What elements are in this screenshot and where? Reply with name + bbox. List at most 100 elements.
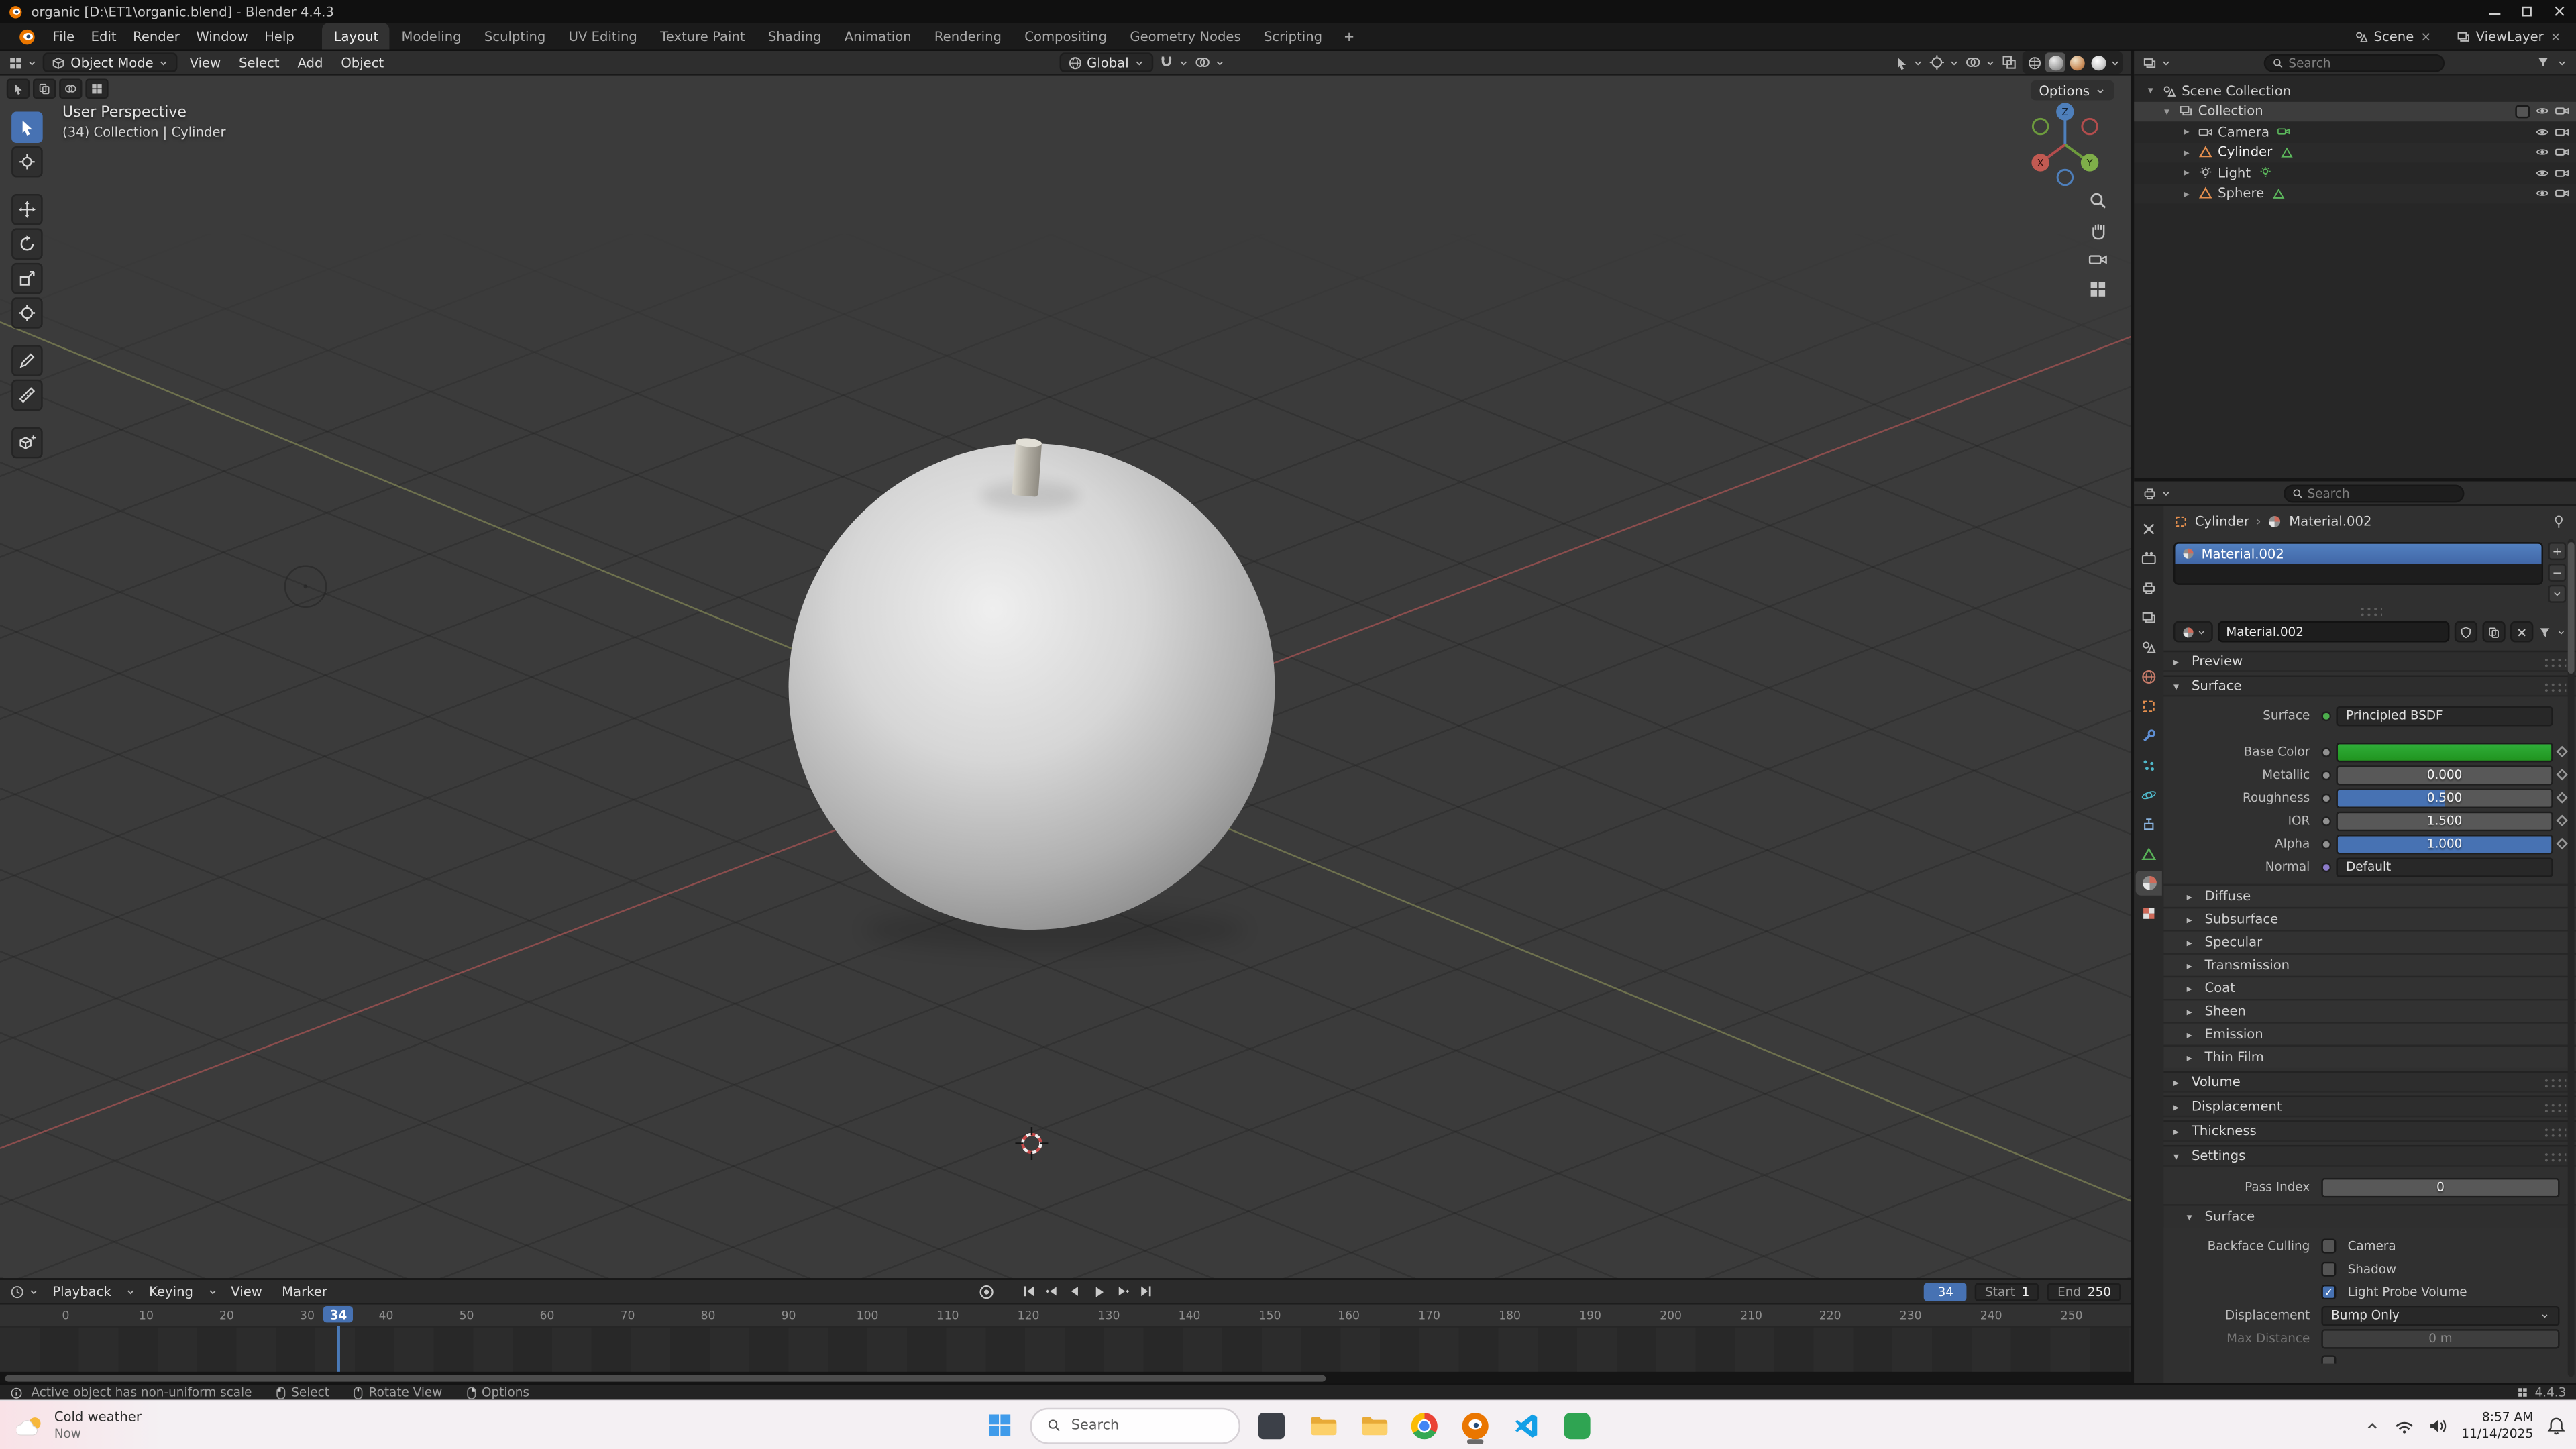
timeline-track-area[interactable]: 0 10 20 30 40 50 60 70 80 90 100 110 120… [0,1304,2131,1383]
tab-modifiers[interactable] [2136,723,2162,748]
subpanel-surface-settings[interactable]: Surface [2163,1204,2576,1227]
taskbar-search[interactable] [1030,1407,1240,1444]
tab-world[interactable] [2136,663,2162,688]
hide-eye-icon[interactable] [2535,104,2550,119]
shader-dropdown[interactable]: Principled BSDF [2336,706,2553,725]
normal-dropdown[interactable]: Default [2336,857,2553,876]
expand-arrow[interactable] [2144,85,2157,98]
backface-camera-checkbox[interactable] [2321,1239,2336,1254]
weather-widget[interactable]: Cold weather Now [0,1401,164,1449]
filter-icon[interactable] [2538,625,2552,639]
snap-toggle[interactable] [1159,54,1190,70]
panel-settings[interactable]: Settings [2163,1145,2576,1167]
transform-orientation-dropdown[interactable]: Global [1059,52,1154,72]
menu-window[interactable]: Window [188,23,256,49]
tool-scale[interactable] [11,263,43,294]
subpanel-thin-film[interactable]: Thin Film [2163,1045,2576,1068]
app-icon-folder[interactable] [1354,1405,1393,1445]
panel-drag-grip[interactable] [2543,1126,2566,1136]
mode-dropdown[interactable]: Object Mode [43,52,178,72]
material-name-field[interactable] [2218,621,2449,643]
app-icon-green[interactable] [1558,1405,1597,1445]
tool-rotate[interactable] [11,228,43,260]
duplicate-material-button[interactable] [2482,621,2505,643]
breadcrumb-object[interactable]: Cylinder [2195,513,2249,528]
menu-render[interactable]: Render [125,23,188,49]
tab-shading[interactable]: Shading [757,23,833,49]
filter-icon[interactable] [2536,56,2550,69]
hide-eye-icon[interactable] [2535,186,2550,201]
search-input[interactable] [2288,55,2436,70]
browse-material-button[interactable] [2174,621,2213,643]
menu-select[interactable]: Select [232,55,286,70]
panel-volume[interactable]: Volume [2163,1071,2576,1093]
keyframe-diamond-icon[interactable] [2557,792,2568,803]
wifi-icon[interactable] [2394,1417,2416,1433]
list-resize-grip[interactable] [2163,603,2576,619]
tab-constraints[interactable] [2136,812,2162,837]
tab-sculpting[interactable]: Sculpting [473,23,557,49]
shadow-checkbox[interactable] [2321,1262,2336,1277]
light-probe-checkbox[interactable] [2321,1285,2336,1299]
stem-object[interactable] [1012,437,1042,496]
editor-type-button[interactable] [8,55,38,70]
pass-index-field[interactable]: 0 [2321,1177,2559,1197]
expand-arrow[interactable] [2180,187,2194,201]
tool-measure[interactable] [11,380,43,411]
menu-keying[interactable]: Keying [142,1284,199,1299]
disable-render-icon[interactable] [2555,145,2569,160]
subpanel-specular[interactable]: Specular [2163,930,2576,953]
tab-rendering[interactable]: Rendering [923,23,1013,49]
tool-annotate[interactable] [11,345,43,376]
sphere-object[interactable] [789,443,1275,930]
outliner-row-cylinder[interactable]: Cylinder [2134,142,2576,163]
xray-toggle[interactable] [2001,54,2017,70]
tool-cursor[interactable] [11,146,43,178]
panel-thickness[interactable]: Thickness [2163,1120,2576,1142]
next-keyframe-button[interactable] [1114,1281,1133,1301]
keyframe-diamond-icon[interactable] [2557,815,2568,826]
scene-unlink-icon[interactable] [2419,29,2433,44]
start-button[interactable] [979,1405,1019,1445]
playhead-label[interactable]: 34 [323,1306,354,1322]
panel-displacement[interactable]: Displacement [2163,1095,2576,1117]
play-button[interactable] [1087,1281,1110,1301]
timeline-scrollbar[interactable] [0,1372,2131,1383]
blender-menu-icon[interactable] [10,23,44,49]
proportional-editing-toggle[interactable] [1195,54,1226,70]
max-distance-field[interactable]: 0 m [2321,1328,2559,1348]
slot-specials-button[interactable] [2548,585,2566,603]
pin-icon[interactable] [2551,513,2566,528]
unlink-material-button[interactable] [2510,621,2533,643]
hide-eye-icon[interactable] [2535,166,2550,180]
menu-view[interactable]: View [183,55,227,70]
tab-render[interactable] [2136,545,2162,570]
alpha-slider[interactable]: 1.000 [2336,834,2553,853]
roughness-slider[interactable]: 0.500 [2336,788,2553,807]
panel-preview[interactable]: Preview [2163,651,2576,672]
tool-option-button[interactable] [33,79,56,99]
menu-edit[interactable]: Edit [83,23,124,49]
show-overlays-toggle[interactable] [1965,54,1996,70]
shading-rendered-button[interactable] [2088,52,2108,72]
tab-geometry-nodes[interactable]: Geometry Nodes [1118,23,1252,49]
timeline-ruler[interactable]: 0 10 20 30 40 50 60 70 80 90 100 110 120… [0,1304,2131,1327]
tab-animation[interactable]: Animation [833,23,923,49]
expand-arrow[interactable] [2180,166,2194,180]
app-icon-blender[interactable] [1456,1405,1495,1445]
panel-surface[interactable]: Surface [2163,676,2576,697]
outliner-row-collection[interactable]: Collection [2134,101,2576,122]
minimize-button[interactable] [2477,0,2510,23]
metallic-slider[interactable]: 0.000 [2336,765,2553,784]
disable-render-icon[interactable] [2555,104,2569,119]
show-gizmo-toggle[interactable] [1929,54,1960,70]
menu-marker[interactable]: Marker [275,1284,333,1299]
app-icon-dark[interactable] [1252,1405,1291,1445]
search-input[interactable] [1071,1417,1224,1433]
current-frame-field[interactable]: 34 [1924,1282,1967,1300]
tool-option-button[interactable] [59,79,82,99]
keyframe-diamond-icon[interactable] [2557,769,2568,780]
subpanel-sheen[interactable]: Sheen [2163,999,2576,1022]
add-slot-button[interactable]: + [2548,542,2566,560]
outliner-row-camera[interactable]: Camera [2134,121,2576,142]
